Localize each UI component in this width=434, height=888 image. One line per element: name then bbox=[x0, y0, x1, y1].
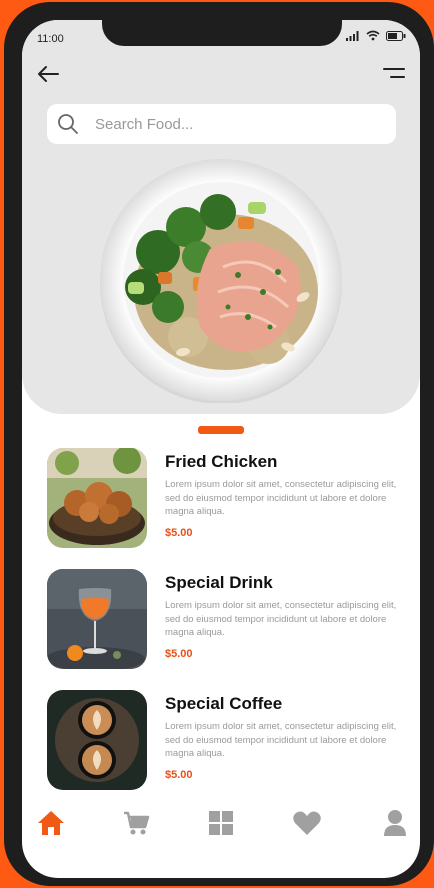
app-screen: 11:00 Search Food... Fried Chicken Lorem… bbox=[22, 20, 420, 878]
item-title: Fried Chicken bbox=[165, 452, 278, 471]
status-time: 11:00 bbox=[37, 33, 64, 45]
hero-section: 11:00 bbox=[22, 20, 420, 414]
item-title: Special Drink bbox=[165, 573, 273, 592]
user-icon bbox=[384, 810, 406, 836]
search-bar[interactable] bbox=[47, 104, 396, 144]
home-icon bbox=[38, 811, 64, 835]
status-icons bbox=[346, 30, 406, 41]
tab-categories[interactable] bbox=[204, 806, 238, 840]
list-item-fried-chicken[interactable]: Fried Chicken Lorem ipsum dolor sit amet… bbox=[47, 448, 407, 548]
fried-chicken-image bbox=[47, 448, 147, 548]
search-input[interactable] bbox=[93, 114, 357, 134]
search-icon bbox=[58, 114, 78, 134]
item-description: Lorem ipsum dolor sit amet, consectetur … bbox=[165, 721, 397, 759]
item-description: Lorem ipsum dolor sit amet, consectetur … bbox=[165, 479, 397, 517]
tab-cart[interactable] bbox=[119, 806, 153, 840]
phone-notch bbox=[102, 20, 342, 46]
tab-favorites[interactable] bbox=[290, 806, 324, 840]
tab-home[interactable] bbox=[34, 806, 68, 840]
bottom-nav bbox=[22, 806, 420, 842]
item-price: $5.00 bbox=[165, 769, 193, 781]
special-drink-image bbox=[47, 569, 147, 669]
item-description: Lorem ipsum dolor sit amet, consectetur … bbox=[165, 600, 397, 638]
list-item-special-coffee[interactable]: Special Coffee Lorem ipsum dolor sit ame… bbox=[47, 690, 407, 790]
battery-icon bbox=[386, 30, 406, 41]
item-price: $5.00 bbox=[165, 648, 193, 660]
featured-dish-image bbox=[98, 157, 344, 404]
grid-icon bbox=[209, 811, 233, 835]
back-button[interactable] bbox=[36, 64, 62, 84]
heart-icon bbox=[293, 811, 321, 835]
special-coffee-image bbox=[47, 690, 147, 790]
signal-icon bbox=[346, 30, 359, 41]
item-price: $5.00 bbox=[165, 527, 193, 539]
wifi-icon bbox=[366, 30, 380, 41]
item-title: Special Coffee bbox=[165, 694, 283, 713]
carousel-indicator bbox=[198, 426, 244, 434]
list-item-special-drink[interactable]: Special Drink Lorem ipsum dolor sit amet… bbox=[47, 569, 407, 669]
tab-profile[interactable] bbox=[378, 806, 412, 840]
arrow-left-icon bbox=[38, 66, 59, 82]
menu-icon bbox=[383, 68, 405, 78]
menu-button[interactable] bbox=[380, 66, 406, 82]
cart-icon bbox=[124, 811, 150, 835]
